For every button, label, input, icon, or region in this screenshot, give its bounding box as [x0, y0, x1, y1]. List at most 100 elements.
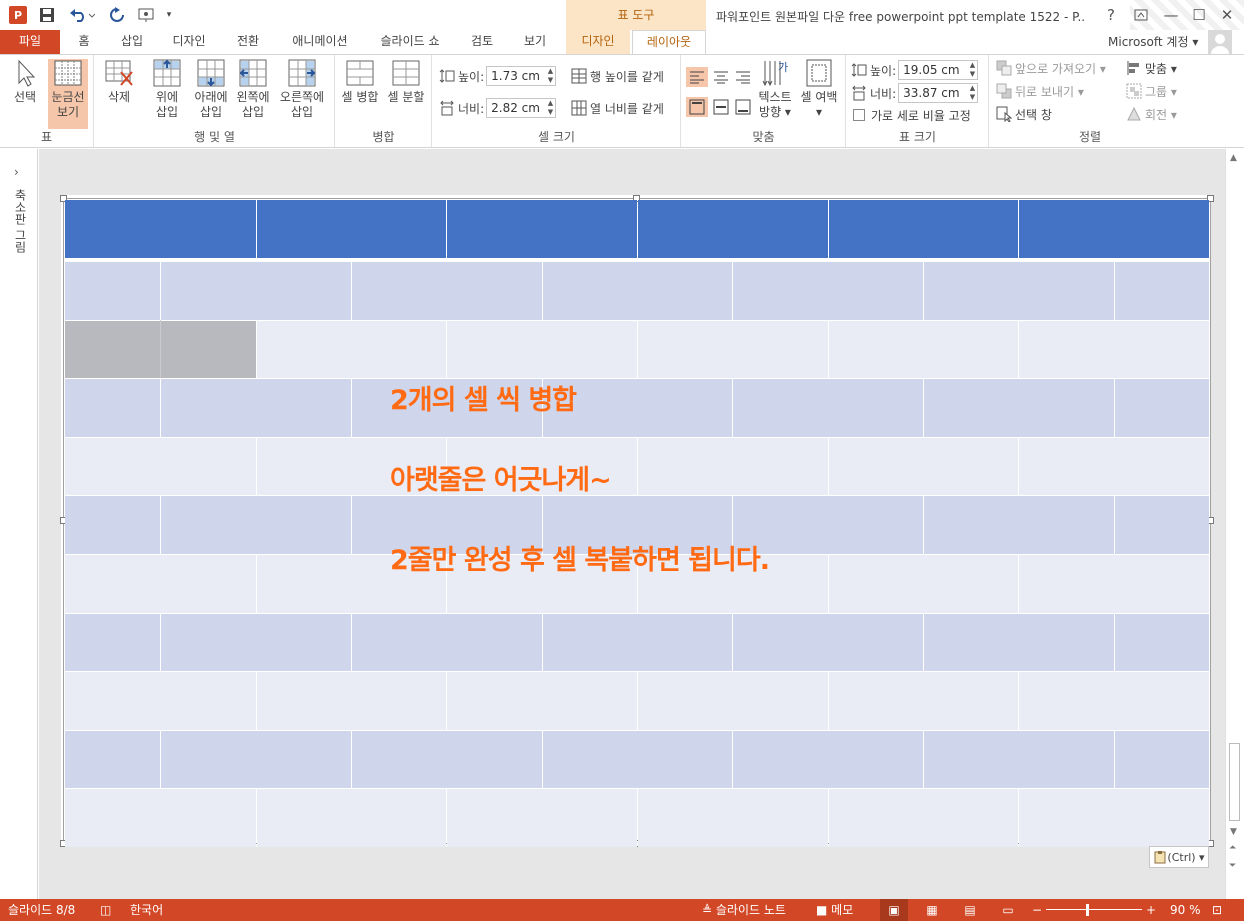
scroll-down-arrow-icon[interactable]: ▼ [1230, 827, 1237, 837]
zoom-slider-thumb[interactable] [1086, 904, 1089, 916]
table-cell[interactable] [829, 555, 1018, 613]
table-cell[interactable] [543, 613, 732, 672]
zoom-level[interactable]: 90 % [1170, 899, 1201, 921]
table-cell[interactable] [161, 613, 351, 672]
split-cells-button[interactable]: 셀 분할 [384, 59, 428, 105]
merge-cells-button[interactable]: 셀 병합 [340, 59, 380, 105]
paste-options-button[interactable]: (Ctrl) ▾ [1149, 846, 1209, 868]
table-cell[interactable] [447, 672, 637, 730]
align-middle-button[interactable] [710, 97, 732, 117]
table-cell[interactable] [161, 496, 351, 554]
table-cell[interactable] [1019, 672, 1209, 730]
table-header-cell[interactable] [638, 200, 828, 258]
rotate-button[interactable]: 회전 ▾ [1126, 103, 1177, 125]
tab-home[interactable]: 홈 [64, 30, 104, 54]
align-top-button[interactable] [686, 97, 708, 117]
table-cell[interactable] [924, 262, 1114, 320]
close-button[interactable]: ✕ [1212, 4, 1242, 26]
thumbnail-pane-label[interactable]: 축소판 그림 [12, 189, 29, 253]
table-header-cell[interactable] [828, 200, 1019, 258]
help-button[interactable]: ? [1096, 4, 1126, 26]
spin-arrows-icon[interactable]: ▲ ▼ [970, 61, 975, 79]
table-cell[interactable] [733, 613, 923, 672]
tab-insert[interactable]: 삽입 [108, 30, 156, 54]
table-cell[interactable] [1019, 437, 1209, 496]
insert-below-button[interactable]: 아래에 삽입 [191, 59, 231, 120]
powerpoint-logo-icon[interactable]: P [6, 3, 30, 27]
table-cell[interactable] [543, 262, 732, 320]
table-cell[interactable] [638, 320, 828, 379]
zoom-out-icon[interactable]: − [1032, 899, 1042, 921]
send-backward-button[interactable]: 뒤로 보내기 ▾ [996, 80, 1084, 102]
table-cell[interactable] [257, 672, 446, 730]
language-indicator[interactable]: 한국어 [130, 899, 163, 921]
table-cell[interactable] [447, 320, 637, 379]
zoom-slider[interactable] [1046, 909, 1142, 910]
table-cell[interactable] [65, 672, 256, 730]
scrollbar-thumb[interactable] [1229, 743, 1240, 821]
distribute-columns-button[interactable]: 열 너비를 같게 [571, 97, 664, 119]
table-cell[interactable] [829, 672, 1018, 730]
align-right-button[interactable] [732, 67, 754, 87]
table-header-cell[interactable] [65, 200, 256, 258]
previous-slide-icon[interactable]: ⏶ [1229, 843, 1236, 853]
expand-thumbnails-chevron-icon[interactable]: › [14, 165, 19, 179]
spin-arrows-icon[interactable]: ▲ ▼ [548, 67, 553, 85]
table-cell[interactable] [65, 496, 160, 554]
table-cell[interactable] [65, 730, 160, 789]
spin-arrows-icon[interactable]: ▲ ▼ [548, 99, 553, 117]
avatar[interactable] [1208, 30, 1232, 54]
slideshow-view-icon[interactable]: ▭ [994, 899, 1022, 921]
tab-table-layout[interactable]: 레이아웃 [632, 30, 706, 55]
notes-button[interactable]: ≜ 슬라이드 노트 [702, 899, 786, 921]
table-cell[interactable] [1019, 320, 1209, 379]
next-slide-icon[interactable]: ⏷ [1229, 861, 1236, 871]
insert-above-button[interactable]: 위에 삽입 [147, 59, 187, 120]
table-cell[interactable] [65, 613, 160, 672]
table-header-cell[interactable] [447, 200, 637, 258]
slide-sorter-view-icon[interactable]: ▦ [918, 899, 946, 921]
table-height-input[interactable]: 19.05 cm ▲ ▼ [898, 60, 979, 80]
text-direction-button[interactable]: 가 텍스트 방향 ▾ [754, 59, 796, 120]
checkbox-icon[interactable] [853, 109, 865, 121]
redo-button[interactable] [106, 3, 128, 27]
table-cell[interactable] [1115, 262, 1209, 320]
table-cell[interactable] [638, 789, 828, 847]
table-cell[interactable] [543, 730, 732, 789]
align-center-button[interactable] [710, 67, 732, 87]
instruction-text-box[interactable]: 2개의 셀 씩 병합 아랫줄은 어긋나게~ 2줄만 완성 후 셀 복붙하면 됩니… [390, 381, 770, 621]
fit-to-window-icon[interactable]: ⊡ [1212, 899, 1222, 921]
zoom-in-icon[interactable]: + [1146, 899, 1156, 921]
table-cell[interactable] [65, 379, 160, 437]
insert-right-button[interactable]: 오른쪽에 삽입 [277, 59, 327, 120]
tab-review[interactable]: 검토 [460, 30, 504, 54]
table-cell[interactable] [257, 789, 446, 847]
table-cell[interactable] [65, 437, 256, 496]
align-left-button[interactable] [686, 67, 708, 87]
spin-arrows-icon[interactable]: ▲ ▼ [970, 84, 975, 102]
table-cell[interactable] [161, 730, 351, 789]
table-cell[interactable] [733, 262, 923, 320]
save-button[interactable] [36, 3, 58, 27]
table-cell[interactable] [1019, 789, 1209, 847]
reading-view-icon[interactable]: ▤ [956, 899, 984, 921]
table-cell[interactable] [352, 613, 542, 672]
scroll-up-arrow-icon[interactable]: ▲ [1230, 153, 1237, 163]
table-cell[interactable] [1115, 730, 1209, 789]
table-cell[interactable] [829, 789, 1018, 847]
table-cell[interactable] [1115, 379, 1209, 437]
align-bottom-button[interactable] [732, 97, 754, 117]
table-cell[interactable] [924, 379, 1114, 437]
view-gridlines-button[interactable]: 눈금선 보기 [48, 59, 88, 129]
slide-counter[interactable]: 슬라이드 8/8 [8, 899, 75, 921]
qat-customize-button[interactable]: ▾ [162, 3, 176, 27]
table-cell[interactable] [161, 262, 351, 320]
normal-view-icon[interactable]: ▣ [880, 899, 908, 921]
insert-left-button[interactable]: 왼쪽에 삽입 [233, 59, 273, 120]
select-button[interactable]: 선택 [6, 59, 44, 105]
table-cell[interactable] [638, 672, 828, 730]
tab-file[interactable]: 파일 [0, 30, 60, 54]
table-cell[interactable] [65, 789, 256, 847]
selection-pane-button[interactable]: 선택 창 [996, 103, 1052, 125]
tab-animations[interactable]: 애니메이션 [278, 30, 362, 54]
